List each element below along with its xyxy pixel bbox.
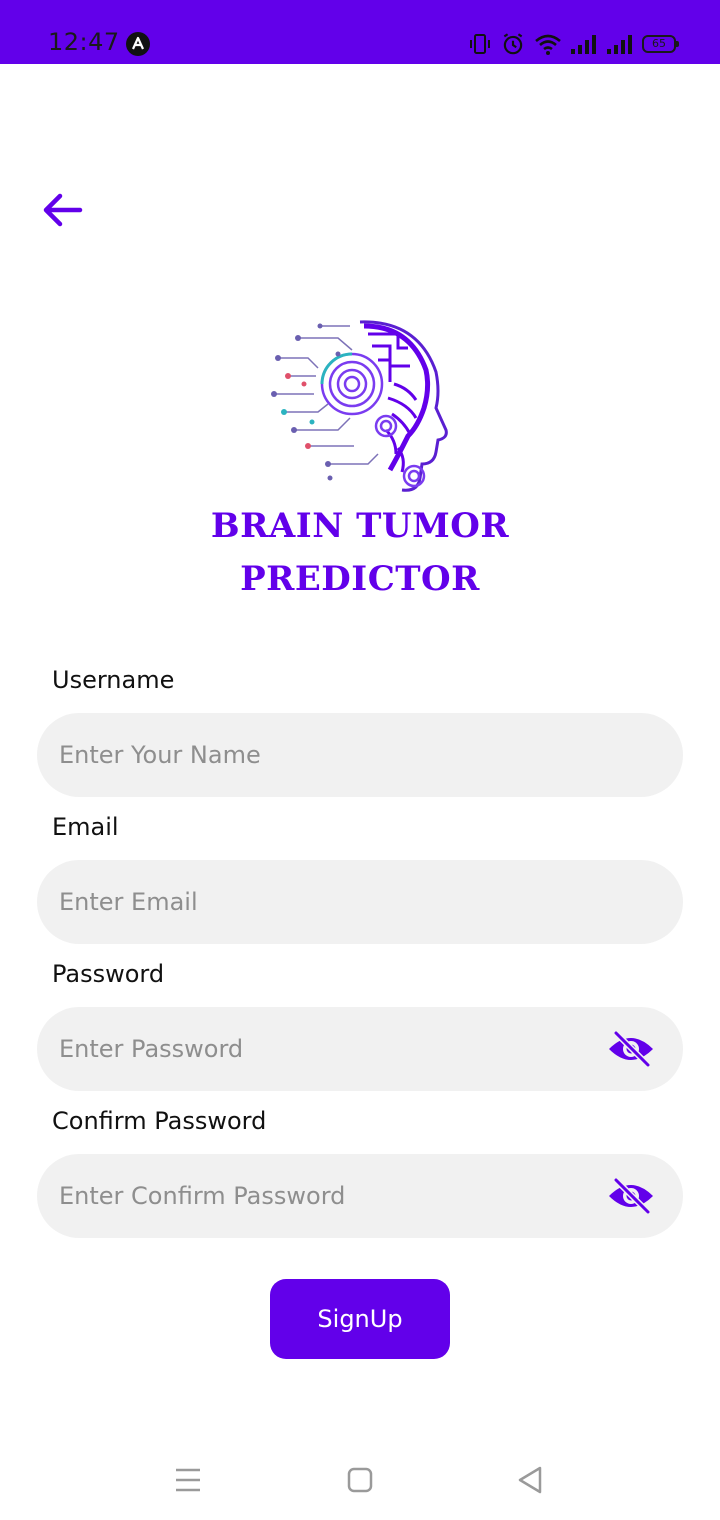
email-field-container [37,860,683,944]
confirm-password-field-container [37,1154,683,1238]
app-title: BRAIN TUMOR PREDICTOR [160,500,560,606]
status-icons: 65 [468,30,679,58]
email-label: Email [52,813,119,841]
confirm-password-label: Confirm Password [52,1107,267,1135]
arrow-left-icon [43,193,83,227]
battery-icon: 65 [642,35,679,53]
system-nav-bar [0,1440,720,1520]
back-nav-button[interactable] [510,1460,550,1500]
home-square-icon [347,1467,373,1493]
username-label: Username [52,666,175,694]
password-visibility-toggle[interactable] [607,1030,655,1068]
status-bar: 12:47 65 [0,0,720,64]
app-title-line-2: PREDICTOR [240,559,480,599]
username-input[interactable] [59,713,599,797]
vibrate-icon [468,32,492,56]
signal-icon [606,33,634,55]
home-button[interactable] [340,1460,380,1500]
eye-off-icon [609,1177,653,1215]
app-notification-icon [126,32,150,56]
confirm-password-visibility-toggle[interactable] [607,1177,655,1215]
email-input[interactable] [59,860,599,944]
password-label: Password [52,960,165,988]
confirm-password-input[interactable] [59,1154,599,1238]
back-button[interactable] [38,186,86,234]
menu-button[interactable] [168,1460,208,1500]
eye-off-icon [609,1030,653,1068]
brain-logo [268,318,452,496]
wifi-icon [534,32,562,56]
username-field-container [37,713,683,797]
menu-icon [176,1468,200,1492]
signal-icon [570,33,598,55]
back-triangle-icon [518,1466,542,1494]
password-input[interactable] [59,1007,599,1091]
password-field-container [37,1007,683,1091]
signup-button[interactable]: SignUp [270,1279,450,1359]
status-time: 12:47 [48,28,120,56]
alarm-icon [500,31,526,57]
app-title-line-1: BRAIN TUMOR [210,506,510,546]
